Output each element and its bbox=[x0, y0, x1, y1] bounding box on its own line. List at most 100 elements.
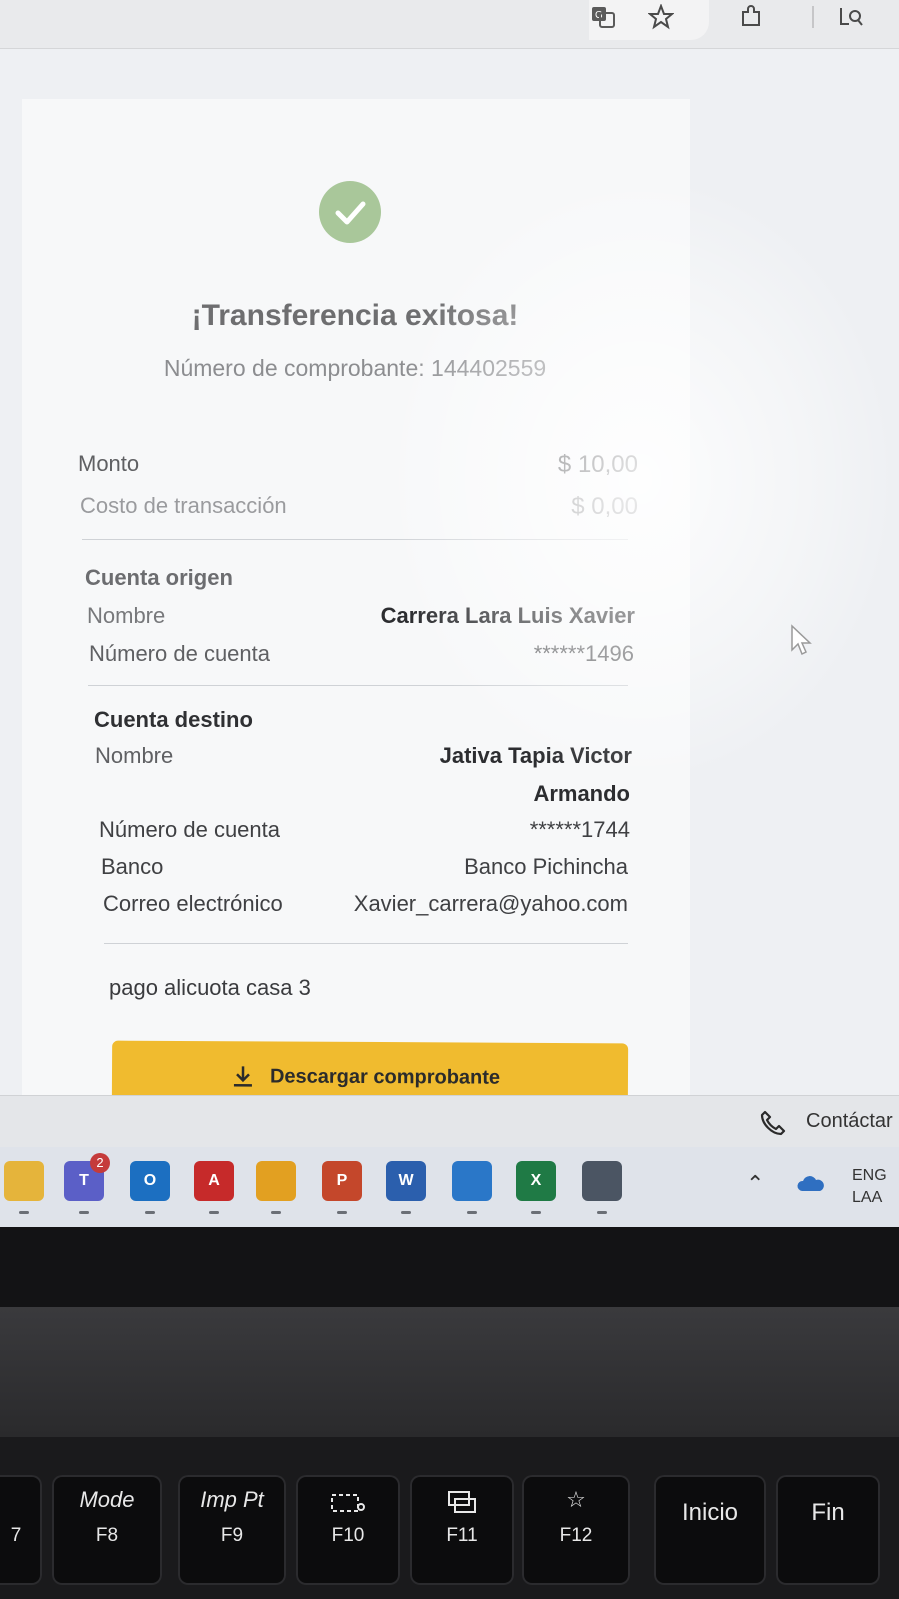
key-home-label: Inicio bbox=[681, 1499, 739, 1526]
amount-value: $ 10,00 bbox=[557, 451, 638, 478]
voucher-number: Número de comprobante: 144402559 bbox=[163, 355, 547, 381]
fee-label: Costo de transacción bbox=[80, 493, 287, 518]
tray-chevron-up-icon[interactable]: ⌃ bbox=[746, 1171, 764, 1197]
download-icon bbox=[233, 1066, 252, 1087]
taskbar-app-acrobat[interactable]: A bbox=[194, 1161, 234, 1214]
language-code: ENG bbox=[852, 1167, 887, 1184]
key-f9[interactable]: Imp Pt F9 bbox=[178, 1475, 286, 1585]
running-indicator bbox=[209, 1211, 219, 1214]
taskbar-app-powerpoint[interactable]: P bbox=[322, 1161, 362, 1214]
divider bbox=[88, 685, 628, 686]
notification-badge: 2 bbox=[90, 1153, 110, 1173]
divider bbox=[82, 539, 628, 540]
download-voucher-label: Descargar comprobante bbox=[269, 1065, 501, 1089]
key-f8-top: Mode bbox=[79, 1487, 135, 1512]
key-end[interactable]: Fin bbox=[776, 1475, 880, 1585]
amount-label: Monto bbox=[78, 451, 140, 476]
powerpoint-icon: P bbox=[336, 1172, 348, 1189]
origin-account-label: Número de cuenta bbox=[89, 641, 270, 666]
taskbar-app-word[interactable]: W bbox=[386, 1161, 426, 1214]
key-f7-label: 7 bbox=[10, 1525, 22, 1546]
key-f12-bottom: F12 bbox=[559, 1525, 593, 1546]
windows-taskbar: T2 O A P W X ⌃ ENG LAA bbox=[0, 1147, 899, 1227]
browser-toolbar: G bbox=[0, 0, 899, 49]
taskbar-app-paint[interactable] bbox=[452, 1161, 492, 1214]
key-f12-star-icon: ☆ bbox=[566, 1487, 586, 1512]
origin-name-value: Carrera Lara Luis Xavier bbox=[380, 603, 635, 628]
key-f9-bottom: F9 bbox=[220, 1525, 244, 1546]
running-indicator bbox=[19, 1211, 29, 1214]
acrobat-icon: A bbox=[208, 1172, 220, 1189]
key-f12[interactable]: ☆ F12 bbox=[522, 1475, 630, 1585]
transfer-description: pago alicuota casa 3 bbox=[109, 975, 311, 1000]
destination-account-label: Número de cuenta bbox=[99, 817, 280, 842]
fee-value: $ 0,00 bbox=[571, 493, 638, 520]
taskbar-app-chrome[interactable] bbox=[256, 1161, 296, 1214]
page-content: ¡Transferencia exitosa! Número de compro… bbox=[0, 49, 899, 1095]
screen-switch-icon bbox=[448, 1491, 476, 1513]
key-f7[interactable]: 7 bbox=[0, 1475, 42, 1585]
calculator-icon bbox=[582, 1161, 622, 1201]
page-title: ¡Transferencia exitosa! bbox=[191, 299, 519, 332]
key-home[interactable]: Inicio bbox=[654, 1475, 766, 1585]
file-explorer-icon bbox=[4, 1161, 44, 1201]
taskbar-app-calculator[interactable] bbox=[582, 1161, 622, 1214]
toolbar-separator bbox=[812, 6, 814, 28]
key-f11[interactable]: F11 bbox=[410, 1475, 514, 1585]
mouse-cursor-icon bbox=[791, 624, 812, 656]
download-voucher-button[interactable]: Descargar comprobante bbox=[111, 1040, 629, 1095]
taskbar-app-outlook[interactable]: O bbox=[130, 1161, 170, 1214]
running-indicator bbox=[271, 1211, 281, 1214]
running-indicator bbox=[597, 1211, 607, 1214]
laptop-hinge bbox=[0, 1307, 899, 1437]
translate-icon[interactable]: G bbox=[588, 4, 618, 34]
key-f11-bottom: F11 bbox=[446, 1525, 478, 1546]
laptop-bezel bbox=[0, 1227, 899, 1307]
destination-name-label: Nombre bbox=[95, 743, 174, 768]
onedrive-cloud-icon[interactable] bbox=[796, 1175, 826, 1193]
keyboard-layout: LAA bbox=[852, 1189, 883, 1206]
running-indicator bbox=[79, 1211, 89, 1214]
key-f10-bottom: F10 bbox=[331, 1525, 365, 1546]
destination-name-line1: Jativa Tapia Victor bbox=[439, 743, 632, 768]
search-icon[interactable] bbox=[836, 4, 866, 34]
destination-account-value: ******1744 bbox=[529, 817, 630, 842]
success-check-icon bbox=[319, 181, 381, 243]
bookmark-star-icon[interactable] bbox=[646, 3, 676, 34]
paint-icon bbox=[452, 1161, 492, 1201]
divider bbox=[104, 943, 628, 944]
destination-name-line2: Armando bbox=[533, 781, 630, 806]
running-indicator bbox=[401, 1211, 411, 1214]
taskbar-app-teams[interactable]: T2 bbox=[64, 1153, 110, 1214]
word-icon: W bbox=[398, 1172, 414, 1189]
running-indicator bbox=[337, 1211, 347, 1214]
origin-account-value: ******1496 bbox=[533, 641, 634, 666]
destination-section-title: Cuenta destino bbox=[94, 707, 253, 732]
language-indicator[interactable]: ENG LAA bbox=[852, 1165, 887, 1209]
extensions-icon[interactable] bbox=[736, 4, 766, 34]
destination-email-value: Xavier_carrera@yahoo.com bbox=[353, 891, 628, 916]
origin-section-title: Cuenta origen bbox=[85, 565, 233, 590]
destination-bank-value: Banco Pichincha bbox=[464, 854, 628, 879]
snipping-tool-icon bbox=[331, 1494, 365, 1512]
chrome-icon bbox=[256, 1161, 296, 1201]
origin-name-label: Nombre bbox=[87, 603, 166, 628]
destination-bank-label: Banco bbox=[101, 854, 164, 879]
taskbar-app-excel[interactable]: X bbox=[516, 1161, 556, 1214]
key-end-label: Fin bbox=[811, 1499, 845, 1526]
running-indicator bbox=[531, 1211, 541, 1214]
key-f8[interactable]: Mode F8 bbox=[52, 1475, 162, 1585]
key-f9-top: Imp Pt bbox=[200, 1487, 264, 1512]
key-f8-bottom: F8 bbox=[95, 1525, 119, 1546]
key-f10[interactable]: F10 bbox=[296, 1475, 400, 1585]
contact-bar: Contáctar bbox=[0, 1095, 899, 1148]
destination-email-label: Correo electrónico bbox=[103, 891, 283, 916]
outlook-icon: O bbox=[143, 1172, 157, 1189]
taskbar-app-file-explorer[interactable] bbox=[4, 1161, 44, 1214]
excel-icon: X bbox=[530, 1172, 542, 1189]
phone-icon[interactable] bbox=[758, 1108, 788, 1138]
receipt-card bbox=[22, 99, 690, 1095]
running-indicator bbox=[145, 1211, 155, 1214]
running-indicator bbox=[467, 1211, 477, 1214]
contact-link[interactable]: Contáctar bbox=[806, 1110, 893, 1133]
